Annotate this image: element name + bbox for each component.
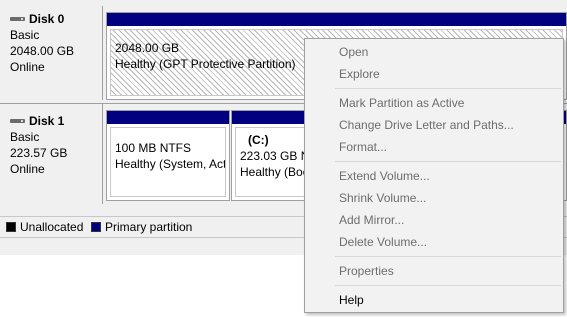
menu-item-shrink-volume[interactable]: Shrink Volume... <box>305 187 563 209</box>
menu-item-help[interactable]: Help <box>305 289 563 311</box>
legend-unallocated: Unallocated <box>6 220 83 234</box>
partition-body: 100 MB NTFS Healthy (System, Act <box>110 127 226 197</box>
menu-item-mark-active[interactable]: Mark Partition as Active <box>305 92 563 114</box>
menu-separator <box>335 285 561 286</box>
menu-separator <box>335 161 561 162</box>
disk-drive-icon <box>10 16 25 22</box>
primary-swatch <box>91 222 101 232</box>
disk-1-name-wrap: Disk 1 <box>10 113 102 129</box>
menu-item-delete-volume[interactable]: Delete Volume... <box>305 231 563 253</box>
context-menu: Open Explore Mark Partition as Active Ch… <box>304 38 564 313</box>
menu-item-add-mirror[interactable]: Add Mirror... <box>305 209 563 231</box>
partition-bar <box>107 111 229 124</box>
legend-label: Unallocated <box>20 220 84 234</box>
partition-system[interactable]: 100 MB NTFS Healthy (System, Act <box>106 110 230 201</box>
disk-status: Online <box>10 162 45 176</box>
disk-status: Online <box>10 60 45 74</box>
disk-name: Disk 0 <box>29 12 65 26</box>
legend-label: Primary partition <box>105 220 193 234</box>
disk-1-label[interactable]: Disk 1 Basic 223.57 GB Online <box>0 104 103 204</box>
menu-item-open[interactable]: Open <box>305 41 563 63</box>
menu-separator <box>335 88 561 89</box>
partition-size: 100 MB NTFS <box>115 141 192 155</box>
menu-item-format[interactable]: Format... <box>305 136 563 158</box>
disk-drive-icon <box>10 118 25 124</box>
disk-type: Basic <box>10 130 40 144</box>
menu-item-change-drive-letter[interactable]: Change Drive Letter and Paths... <box>305 114 563 136</box>
partition-status: Healthy (System, Act <box>115 157 226 171</box>
menu-item-explore[interactable]: Explore <box>305 63 563 85</box>
legend-primary: Primary partition <box>91 220 192 234</box>
menu-item-properties[interactable]: Properties <box>305 260 563 282</box>
disk-0-name-wrap: Disk 0 <box>10 11 102 27</box>
unallocated-swatch <box>6 222 16 232</box>
partition-bar <box>107 13 566 26</box>
menu-item-extend-volume[interactable]: Extend Volume... <box>305 165 563 187</box>
disk-name: Disk 1 <box>29 114 65 128</box>
disk-0-label[interactable]: Disk 0 Basic 2048.00 GB Online <box>0 6 103 100</box>
disk-size: 223.57 GB <box>10 146 68 160</box>
disk-type: Basic <box>10 28 40 42</box>
menu-separator <box>335 256 561 257</box>
disk-size: 2048.00 GB <box>10 44 75 58</box>
